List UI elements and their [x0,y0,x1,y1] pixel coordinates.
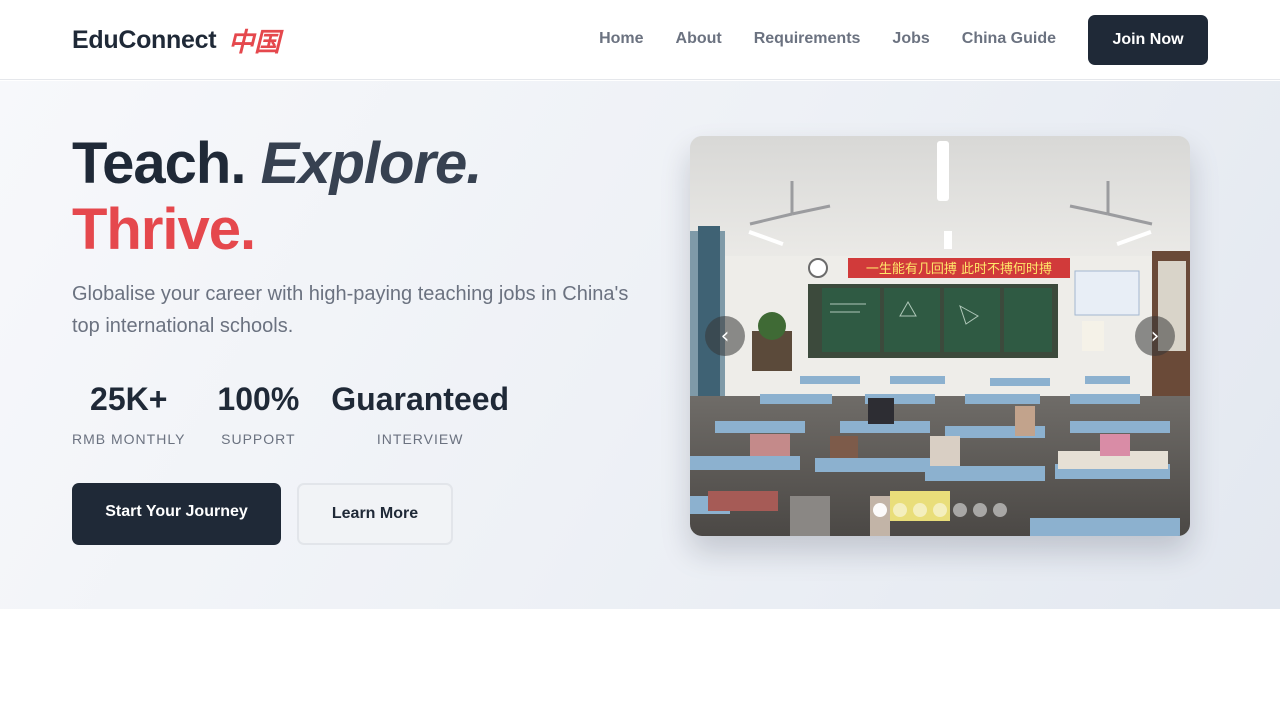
headline-explore: Explore. [260,131,483,196]
nav-link-about[interactable]: About [676,28,722,50]
stat-value: Guaranteed [331,381,510,417]
brand-name: EduConnect [72,25,217,54]
nav-link-requirements[interactable]: Requirements [754,28,861,50]
hero-subtitle: Globalise your career with high-paying t… [72,283,629,337]
stat-interview: Guaranteed INTERVIEW [331,379,509,447]
nav-links: Home About Requirements Jobs China Guide [599,28,1056,50]
carousel-dot[interactable] [913,503,927,517]
carousel-dot[interactable] [973,503,987,517]
carousel-prev-button[interactable]: ‹ [705,316,745,356]
banner-text: 一生能有几回搏 此时不搏何时搏 [866,261,1052,277]
carousel-dot[interactable] [873,503,887,517]
carousel-next-button[interactable]: › [1135,316,1175,356]
brand-cn-mark: 中国 [228,26,281,57]
image-carousel: 一生能有几回搏 此时不搏何时搏 ‹ › [690,136,1190,536]
stat-label: RMB MONTHLY [72,431,186,447]
carousel-dot[interactable] [993,503,1007,517]
brand-logo[interactable]: EduConnect 中国 [72,22,280,58]
join-now-button[interactable]: Join Now [1088,15,1208,65]
stat-support: 100% SUPPORT [217,379,299,447]
carousel-dot[interactable] [893,503,907,517]
stat-value: 100% [217,381,300,417]
stat-salary: 25K+ RMB MONTHLY [72,379,185,447]
classroom-photo: 一生能有几回搏 此时不搏何时搏 [690,136,1190,536]
nav-link-home[interactable]: Home [599,28,643,50]
headline-teach: Teach. [72,131,246,196]
carousel-dot[interactable] [953,503,967,517]
stat-label: INTERVIEW [376,431,464,447]
headline-thrive: Thrive. [72,197,256,262]
top-navbar: EduConnect 中国 Home About Requirements Jo… [0,0,1280,80]
carousel-dot[interactable] [933,503,947,517]
learn-more-button[interactable]: Learn More [297,483,453,545]
hero-stats: 25K+ RMB MONTHLY 100% SUPPORT Guaranteed… [72,379,541,447]
nav-link-china-guide[interactable]: China Guide [962,28,1056,50]
start-journey-button[interactable]: Start Your Journey [72,483,281,545]
hero-headline: Teach. Explore. Thrive. [72,131,483,263]
stat-label: SUPPORT [221,431,296,447]
hero-section: Teach. Explore. Thrive. Globalise your c… [0,81,1280,609]
nav-link-jobs[interactable]: Jobs [892,28,929,50]
stat-value: 25K+ [90,381,168,417]
carousel-dots [873,503,1007,517]
